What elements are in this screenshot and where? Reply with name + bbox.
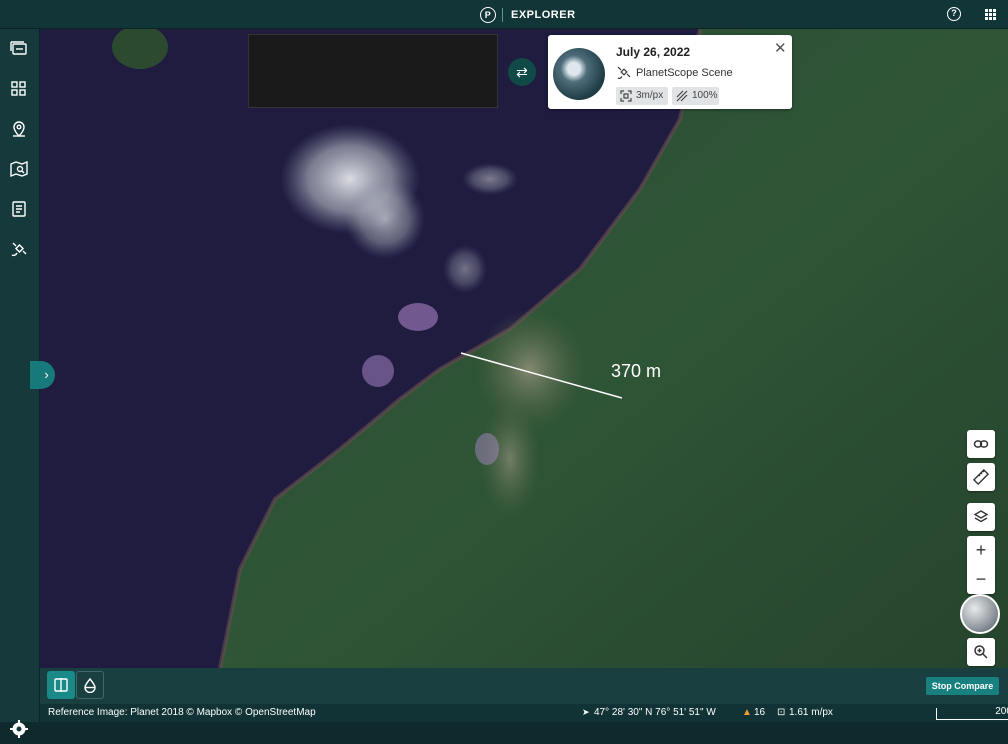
map-pin-icon[interactable] [8, 118, 30, 140]
satellite-icon[interactable] [8, 238, 30, 260]
cursor-coordinates: 47° 28' 30" N 76° 51' 51" W [594, 707, 716, 718]
globe-icon[interactable] [960, 594, 1000, 634]
stop-compare-button[interactable]: Stop Compare [926, 677, 999, 695]
scene-type: PlanetScope Scene [636, 67, 733, 79]
pixel-size: 1.61 m/px [789, 707, 833, 718]
satellite-imagery [40, 29, 1008, 668]
top-bar: P EXPLORER ? [0, 0, 1008, 29]
split-view-icon[interactable] [47, 671, 75, 699]
app-title: EXPLORER [511, 9, 576, 21]
coverage-value: 100% [692, 90, 718, 101]
status-bar: Reference Image: Planet 2018 © Mapbox © … [40, 704, 1008, 722]
zoom-in-button[interactable]: + [967, 536, 995, 565]
swap-arrows-icon[interactable]: ⇄ [508, 58, 536, 86]
scenes-layers-icon[interactable] [8, 37, 30, 59]
resolution-icon [620, 90, 632, 102]
reference-attribution: Reference Image: Planet 2018 © Mapbox © … [48, 707, 316, 718]
planet-logo-icon: P [480, 7, 496, 23]
brand[interactable]: P EXPLORER [480, 6, 576, 24]
layers-icon[interactable] [967, 503, 995, 531]
zoom-out-button[interactable]: − [967, 565, 995, 594]
coverage-badge: 100% [672, 87, 719, 105]
scene-info-card: July 26, 2022 ✕ PlanetScope Scene 3m/px … [548, 35, 792, 109]
opacity-drop-icon[interactable] [76, 671, 104, 699]
divider [502, 8, 503, 22]
document-list-icon[interactable] [8, 198, 30, 220]
location-arrow-icon: ➤ [582, 707, 590, 717]
scale-bar: 200 m [936, 706, 1008, 720]
satellite-icon [617, 66, 631, 79]
warning-icon: ▲ [742, 707, 752, 718]
zoom-search-icon[interactable] [967, 638, 995, 666]
mosaic-grid-icon[interactable] [8, 78, 30, 100]
measurement-label: 370 m [611, 361, 662, 381]
resolution-value: 3m/px [636, 90, 664, 101]
compare-reference-preview [248, 34, 498, 108]
compare-toolbar [40, 668, 1008, 704]
pixel-size-icon: ⊡ [777, 707, 786, 718]
scale-label: 200 m [995, 706, 1008, 717]
zoom-controls: + − [967, 536, 995, 594]
help-icon[interactable]: ? [947, 7, 961, 21]
scene-thumbnail[interactable] [553, 48, 605, 100]
warning-count: 16 [754, 707, 766, 718]
resolution-badge: 3m/px [616, 87, 668, 105]
scene-date: July 26, 2022 [616, 45, 691, 59]
map-search-icon[interactable] [8, 158, 30, 180]
link-icon[interactable] [967, 430, 995, 458]
apps-grid-icon[interactable] [985, 9, 996, 20]
gear-icon[interactable] [9, 719, 29, 739]
ruler-icon[interactable] [967, 463, 995, 491]
map-canvas[interactable] [40, 29, 1008, 668]
coverage-icon [676, 90, 688, 102]
close-icon[interactable]: ✕ [774, 39, 787, 57]
